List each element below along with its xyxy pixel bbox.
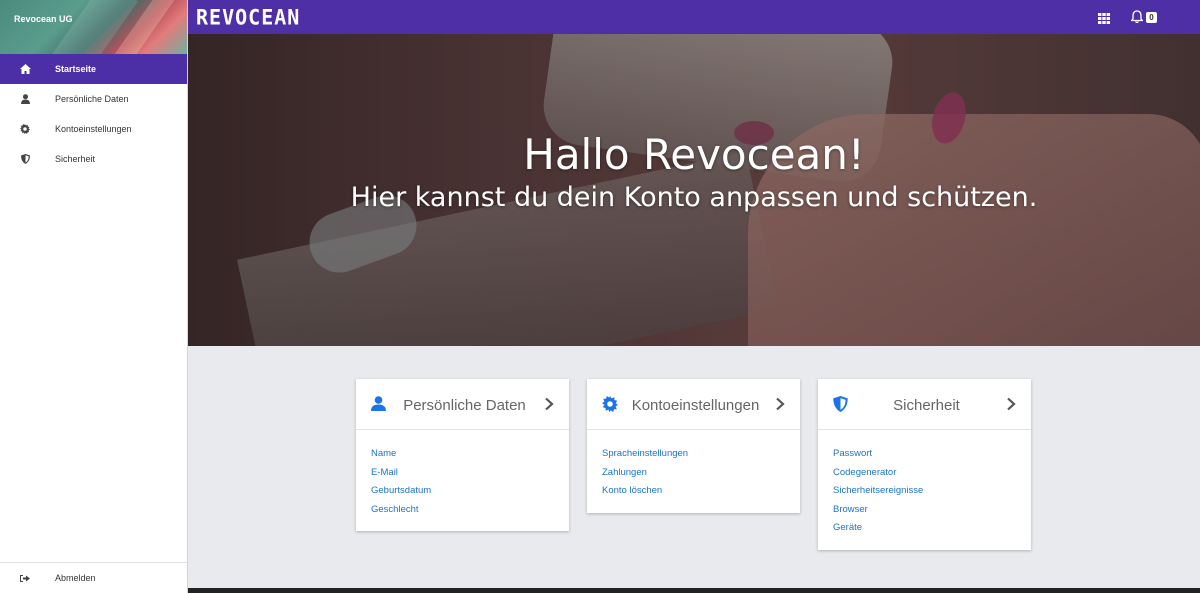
card-persoenliche-daten: Persönliche Daten Name E-Mail Geburtsdat… — [356, 379, 569, 531]
shield-icon — [19, 153, 31, 165]
card-header[interactable]: Persönliche Daten — [356, 379, 569, 430]
card-header[interactable]: Sicherheit — [818, 379, 1031, 430]
brand-name: Revocean UG — [14, 14, 73, 24]
link-sicherheitsereignisse[interactable]: Sicherheitsereignisse — [833, 482, 1016, 501]
sidebar-item-persoenliche-daten[interactable]: Persönliche Daten — [0, 84, 187, 114]
sidebar-item-sicherheit[interactable]: Sicherheit — [0, 144, 187, 174]
sidebar-item-label: Kontoeinstellungen — [55, 124, 132, 134]
card-links: Spracheinstellungen Zahlungen Konto lösc… — [587, 430, 800, 513]
link-email[interactable]: E-Mail — [371, 464, 554, 483]
chevron-right-icon[interactable] — [1006, 397, 1016, 411]
card-header[interactable]: Kontoeinstellungen — [587, 379, 800, 430]
gear-icon — [19, 123, 31, 135]
bell-icon[interactable] — [1129, 10, 1145, 24]
card-links: Passwort Codegenerator Sicherheitsereign… — [818, 430, 1031, 550]
shield-icon — [833, 396, 849, 412]
chevron-right-icon[interactable] — [775, 397, 785, 411]
link-zahlungen[interactable]: Zahlungen — [602, 464, 785, 483]
link-browser[interactable]: Browser — [833, 501, 1016, 520]
card-links: Name E-Mail Geburtsdatum Geschlecht — [356, 430, 569, 531]
user-icon — [371, 396, 387, 412]
sidebar-item-label: Persönliche Daten — [55, 94, 129, 104]
sidebar: Revocean UG Startseite Persönliche Daten… — [0, 0, 188, 593]
link-passwort[interactable]: Passwort — [833, 445, 1016, 464]
card-sicherheit: Sicherheit Passwort Codegenerator Sicher… — [818, 379, 1031, 550]
logout-label: Abmelden — [55, 573, 96, 583]
logo[interactable]: REVOCEAN — [196, 4, 300, 29]
sidebar-item-label: Sicherheit — [55, 154, 96, 164]
grid-icon[interactable] — [1098, 11, 1110, 24]
hero-title: Hallo Revocean! — [523, 130, 865, 179]
card-kontoeinstellungen: Kontoeinstellungen Spracheinstellungen Z… — [587, 379, 800, 513]
notification-count-badge: 0 — [1146, 12, 1157, 23]
card-title: Sicherheit — [893, 397, 960, 414]
top-bar: REVOCEAN 0 — [188, 0, 1200, 34]
footer-bar — [188, 588, 1200, 593]
hero-subtitle: Hier kannst du dein Konto anpassen und s… — [350, 182, 1038, 213]
home-icon — [19, 63, 31, 75]
user-icon — [19, 93, 31, 105]
chevron-right-icon[interactable] — [544, 397, 554, 411]
link-geschlecht[interactable]: Geschlecht — [371, 501, 554, 520]
sidebar-item-label: Startseite — [55, 64, 97, 74]
link-spracheinstellungen[interactable]: Spracheinstellungen — [602, 445, 785, 464]
gear-icon — [602, 396, 618, 412]
hero-banner: Hallo Revocean! Hier kannst du dein Kont… — [188, 34, 1200, 346]
card-title: Kontoeinstellungen — [631, 397, 760, 414]
brand-banner: Revocean UG — [0, 0, 187, 54]
card-title: Persönliche Daten — [403, 397, 526, 414]
link-name[interactable]: Name — [371, 445, 554, 464]
link-konto-loeschen[interactable]: Konto löschen — [602, 482, 785, 501]
link-geraete[interactable]: Geräte — [833, 519, 1016, 538]
logout-button[interactable]: Abmelden — [0, 563, 187, 593]
sidebar-item-kontoeinstellungen[interactable]: Kontoeinstellungen — [0, 114, 187, 144]
sidebar-item-startseite[interactable]: Startseite — [0, 54, 187, 84]
link-codegenerator[interactable]: Codegenerator — [833, 464, 1016, 483]
link-geburtsdatum[interactable]: Geburtsdatum — [371, 482, 554, 501]
sign-out-icon — [19, 572, 31, 584]
sidebar-footer: Abmelden — [0, 562, 187, 593]
